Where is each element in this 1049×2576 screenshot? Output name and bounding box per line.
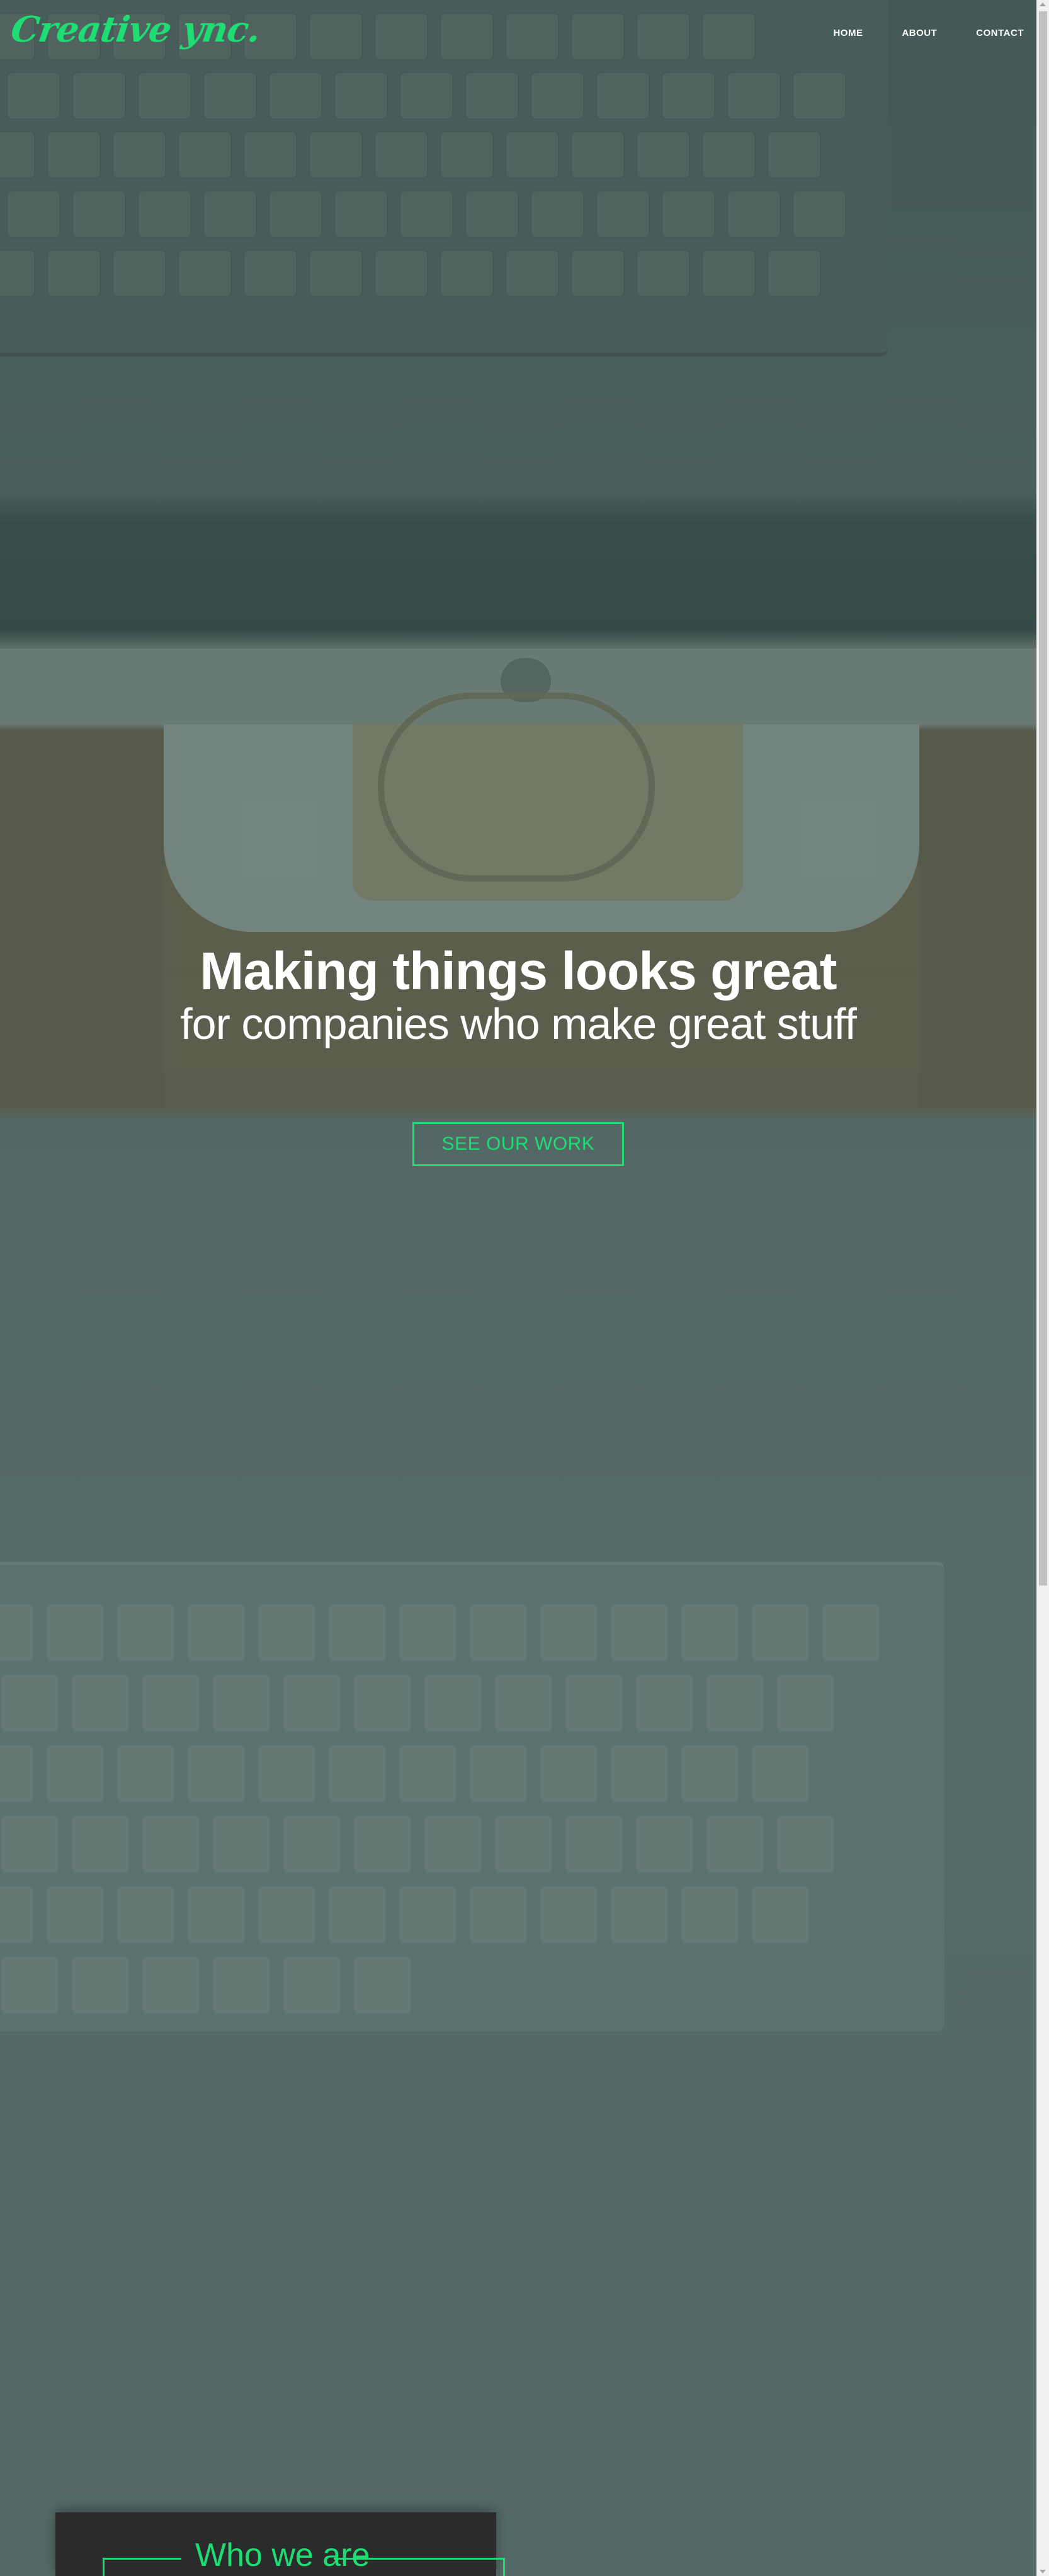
scrollbar-thumb[interactable]: [1039, 11, 1047, 1586]
heading-frame-vertical-left: [103, 2558, 105, 2576]
nav-link-about[interactable]: ABOUT: [902, 24, 937, 42]
hero-subtitle: for companies who make great stuff: [180, 999, 857, 1048]
nav-item-about: ABOUT: [863, 24, 937, 42]
nav-link-home[interactable]: HOME: [833, 24, 863, 42]
heading-frame-line-right: [334, 2558, 505, 2560]
main-nav: HOME ABOUT CONTACT: [794, 24, 1024, 42]
scroll-down-arrow-icon[interactable]: [1040, 2570, 1046, 2573]
see-our-work-button[interactable]: SEE OUR WORK: [412, 1122, 624, 1166]
page-scrollbar[interactable]: [1036, 0, 1049, 2576]
heading-frame-line-left: [103, 2558, 181, 2560]
who-we-are-heading: Who we are: [195, 2537, 370, 2573]
hero-title: Making things looks great: [200, 941, 837, 1001]
page: Creative ync. HOME ABOUT CONTACT Making …: [0, 0, 1049, 2576]
scroll-up-arrow-icon[interactable]: [1040, 3, 1046, 6]
nav-link-contact[interactable]: CONTACT: [976, 24, 1024, 42]
site-logo[interactable]: Creative ync.: [8, 9, 263, 50]
nav-item-contact: CONTACT: [937, 24, 1024, 42]
nav-item-home: HOME: [794, 24, 863, 42]
who-we-are-card: Who we are: [55, 2512, 505, 2576]
heading-frame-vertical-right: [503, 2558, 505, 2576]
hero-overlay: [0, 0, 1036, 2576]
